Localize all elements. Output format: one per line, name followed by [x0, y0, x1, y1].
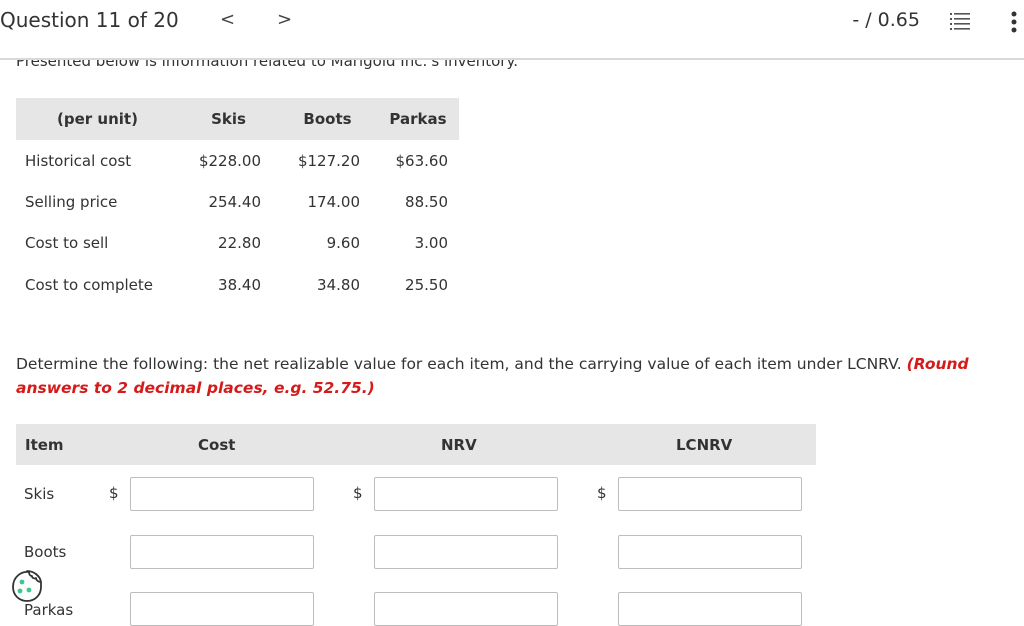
boots-lcnrv-input[interactable] — [618, 535, 802, 569]
table-row: Cost to sell 22.80 9.60 3.00 — [16, 223, 459, 264]
boots-cost-input[interactable] — [130, 535, 314, 569]
cookie-icon[interactable] — [10, 568, 44, 604]
cell-value: $127.20 — [297, 151, 360, 170]
answer-header-item: Item — [25, 436, 64, 454]
parkas-lcnrv-input[interactable] — [618, 592, 802, 626]
currency-symbol: $ — [597, 484, 607, 502]
row-label: Cost to sell — [25, 234, 109, 253]
question-title: Question 11 of 20 — [0, 8, 179, 32]
answer-table-header: Item Cost NRV LCNRV — [16, 424, 816, 465]
answer-row-label-skis: Skis — [24, 485, 55, 503]
answer-row-label-boots: Boots — [24, 543, 67, 561]
table-row: Cost to complete 38.40 34.80 25.50 — [16, 264, 459, 305]
info-header-parkas: Parkas — [377, 98, 459, 140]
currency-symbol: $ — [109, 484, 119, 502]
info-table-header-row: (per unit) Skis Boots Parkas — [16, 98, 459, 140]
answer-header-lcnrv: LCNRV — [676, 436, 733, 454]
skis-nrv-input[interactable] — [374, 477, 558, 511]
row-label: Cost to complete — [25, 275, 154, 294]
table-row: Historical cost $228.00 $127.20 $63.60 — [16, 140, 459, 181]
more-vertical-icon[interactable] — [1010, 11, 1018, 33]
cell-value: 3.00 — [414, 234, 448, 253]
cell-value: 34.80 — [317, 275, 360, 294]
question-header: Question 11 of 20 < > - / 0.65 — [0, 0, 1024, 60]
row-label: Selling price — [25, 192, 118, 211]
cell-value: 174.00 — [307, 192, 361, 211]
cell-value: 9.60 — [326, 234, 360, 253]
cell-value: 254.40 — [208, 192, 262, 211]
previous-question-button[interactable]: < — [220, 8, 235, 32]
parkas-nrv-input[interactable] — [374, 592, 558, 626]
skis-cost-input[interactable] — [130, 477, 314, 511]
currency-symbol: $ — [353, 484, 363, 502]
cell-value: $63.60 — [395, 151, 449, 170]
answer-header-nrv: NRV — [441, 436, 477, 454]
list-icon[interactable] — [950, 11, 970, 31]
skis-lcnrv-input[interactable] — [618, 477, 802, 511]
cell-value: 88.50 — [405, 192, 448, 211]
instructions-text: Determine the following: the net realiza… — [16, 355, 902, 373]
inventory-info-table: (per unit) Skis Boots Parkas Historical … — [16, 98, 459, 305]
cell-value: 22.80 — [218, 234, 261, 253]
next-question-button[interactable]: > — [277, 8, 292, 32]
cell-value: 25.50 — [405, 275, 448, 294]
info-header-per-unit: (per unit) — [16, 98, 179, 140]
parkas-cost-input[interactable] — [130, 592, 314, 626]
info-header-skis: Skis — [179, 98, 278, 140]
cell-value: 38.40 — [218, 275, 261, 294]
question-score: - / 0.65 — [852, 9, 920, 31]
info-header-boots: Boots — [278, 98, 377, 140]
row-label: Historical cost — [25, 151, 132, 170]
answer-header-cost: Cost — [198, 436, 236, 454]
table-row: Selling price 254.40 174.00 88.50 — [16, 181, 459, 222]
boots-nrv-input[interactable] — [374, 535, 558, 569]
instructions: Determine the following: the net realiza… — [16, 352, 1018, 400]
cell-value: $228.00 — [198, 151, 261, 170]
